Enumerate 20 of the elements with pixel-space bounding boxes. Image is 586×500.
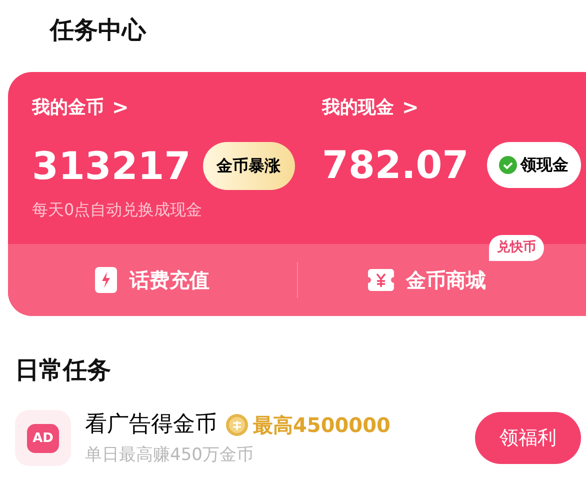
ticket-icon — [368, 269, 394, 291]
cash-amount: 782.07 — [322, 146, 469, 184]
page-title: 任务中心 — [50, 15, 146, 46]
lightning-icon — [95, 267, 118, 293]
coins-link[interactable]: 我的金币 > — [32, 92, 129, 122]
exchange-badge: 兑快币 — [488, 235, 544, 260]
task-title: 看广告得金币 — [85, 411, 217, 439]
coin-icon — [225, 412, 249, 436]
shortcut-button[interactable]: 话费充值 — [95, 265, 210, 295]
cash-link[interactable]: 我的现金 > — [322, 92, 419, 122]
section-title: 日常任务 — [15, 355, 111, 386]
coin-amount: 313217 — [32, 147, 191, 185]
check-icon — [498, 156, 517, 174]
withdraw-button[interactable]: 领现金 — [486, 142, 581, 188]
task-subtitle: 单日最高赚450万金币 — [85, 444, 254, 467]
exchange-note: 每天0点自动兑换成现金 — [32, 199, 202, 221]
reward-label: 最高4500000 — [253, 412, 390, 438]
claim-button[interactable]: 领福利 — [475, 412, 581, 464]
coin-surge-bubble: 金币暴涨 — [202, 142, 295, 190]
ad-icon: AD — [15, 410, 71, 466]
